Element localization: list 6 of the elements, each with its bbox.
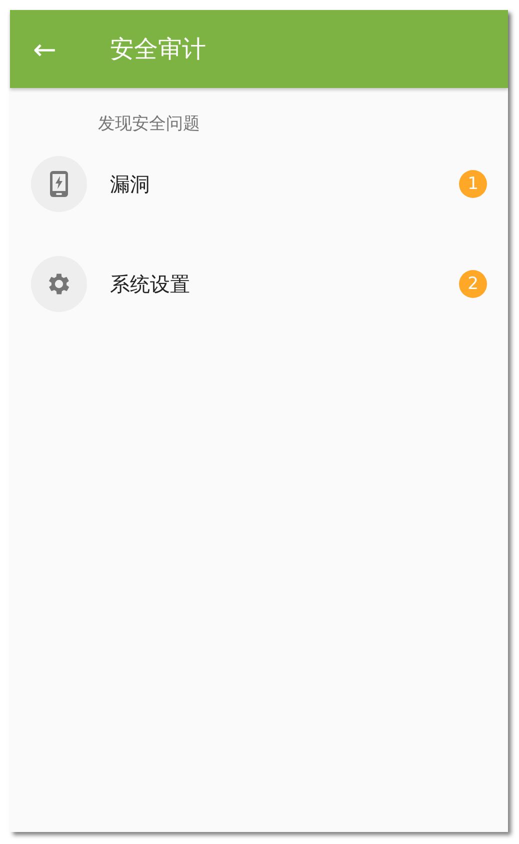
item-label[interactable]: 漏洞	[110, 170, 459, 198]
count-badge: 2	[459, 270, 487, 298]
item-label[interactable]: 系统设置	[110, 270, 459, 298]
screen-title: 安全审计	[110, 34, 206, 65]
section-header: 发现安全问题	[97, 113, 201, 134]
count-badge: 1	[459, 170, 487, 198]
